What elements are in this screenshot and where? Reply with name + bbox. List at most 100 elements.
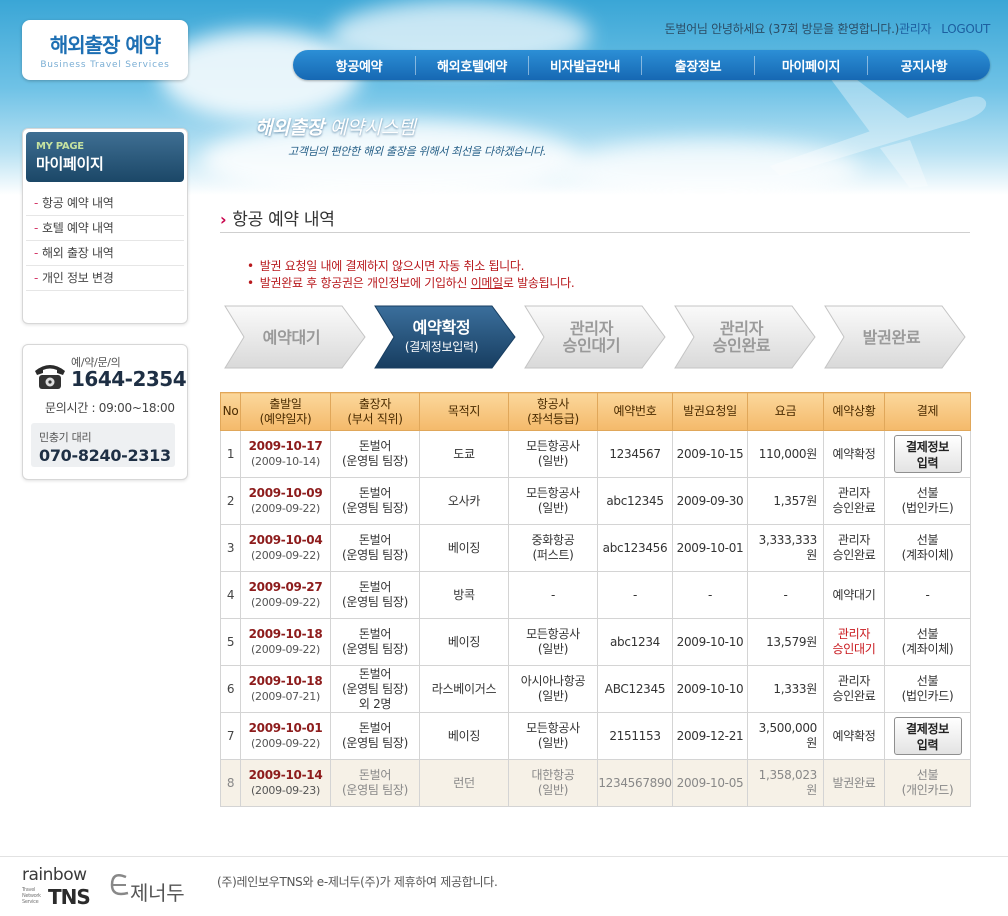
cell-destination: 베이징 (419, 618, 509, 666)
table-row[interactable]: 7 2009-10-01 (2009-09-22) 돈벌어 (운영팀 팀장) 베이징 모든항… (220, 712, 971, 760)
sidebar-item-label: 해외 출장 내역 (42, 246, 114, 260)
footer: rainbow Travel Network Service TNS 제너두 (… (0, 856, 1008, 916)
cell-ticket-request-date: 2009-10-01 (672, 524, 748, 572)
notice-item: • 발권 요청일 내에 결제하지 않으시면 자동 취소 됩니다. (247, 258, 574, 275)
nav-item-flight[interactable]: 항공예약 (303, 55, 416, 75)
site-logo[interactable]: 해외출장 예약 Business Travel Services (22, 20, 188, 80)
table-row[interactable]: 8 2009-10-14 (2009-09-23) 돈벌어 (운영팀 팀장) 런던 대한항공… (220, 759, 971, 807)
payment-line: 선불 (916, 533, 939, 547)
payment-button-label: 결제정보 (906, 440, 949, 454)
nav-item-travel-info[interactable]: 출장정보 (642, 55, 755, 75)
table-row[interactable]: 2 2009-10-09 (2009-09-22) 돈벌어 (운영팀 팀장) 오사카 모든항… (220, 477, 971, 525)
generdu-logo: 제너두 (108, 867, 208, 907)
status-line: 관리자 (837, 533, 871, 547)
payment-line: (법인카드) (901, 501, 954, 515)
cell-payment: 선불 (개인카드) (884, 759, 971, 807)
payment-button-label: 입력 (916, 456, 939, 470)
table-row[interactable]: 1 2009-10-17 (2009-10-14) 돈벌어 (운영팀 팀장) 도쿄 모든항공… (220, 430, 971, 478)
cell-reservation-no: - (597, 571, 673, 619)
sidebar-item-trip-history[interactable]: - 해외 출장 내역 (26, 241, 184, 266)
cell-payment: 선불 (계좌이체) (884, 524, 971, 572)
sidebar-header: MY PAGE 마이페이지 (26, 132, 184, 182)
logout-link[interactable]: LOGOUT (941, 22, 990, 36)
step-line1: 예약확정 (412, 317, 471, 337)
table-row[interactable]: 3 2009-10-04 (2009-09-22) 돈벌어 (운영팀 팀장) 베이징 중화항… (220, 524, 971, 572)
cell-traveler: 돈벌어 (운영팀 팀장) (330, 524, 420, 572)
bullet: • (247, 276, 254, 290)
step-line1: 관리자 (719, 319, 764, 338)
nav-item-visa[interactable]: 비자발급안내 (529, 55, 642, 75)
airline-line: (일반) (537, 454, 569, 468)
payment-info-button[interactable]: 결제정보 입력 (893, 717, 962, 755)
cell-status: 관리자 승인완료 (823, 665, 885, 713)
nav-item-notice[interactable]: 공지사항 (868, 56, 980, 75)
payment-line: 선불 (916, 768, 939, 782)
agent-name: 민충기 대리 (39, 431, 92, 444)
column-header: 발권요청일 (672, 392, 748, 431)
airline-line: 모든항공사 (526, 486, 580, 500)
table-row[interactable]: 4 2009-09-27 (2009-09-22) 돈벌어 (운영팀 팀장) 방콕 - - - -… (220, 571, 971, 619)
slogan: 해외출장 예약시스템 고객님의 편안한 해외 출장을 위해서 최선을 다하겠습니… (255, 113, 546, 159)
reservation-date: (2009-10-14) (251, 455, 320, 468)
cell-ticket-request-date: 2009-10-15 (672, 430, 748, 478)
departure-date: 2009-10-01 (248, 721, 323, 735)
cell-no: 5 (220, 618, 241, 666)
sidebar-item-hotel-history[interactable]: - 호텔 예약 내역 (26, 216, 184, 241)
table-row[interactable]: 5 2009-10-18 (2009-09-22) 돈벌어 (운영팀 팀장) 베이징 모든항… (220, 618, 971, 666)
step-confirmed: 예약확정 (결제정보입력) (374, 305, 516, 369)
reservation-date: (2009-07-21) (251, 690, 320, 703)
cell-fee: 13,579원 (747, 618, 824, 666)
nav-item-hotel[interactable]: 해외호텔예약 (416, 55, 529, 75)
status-line: 관리자 (837, 674, 871, 688)
step-line2: 승인완료 (712, 336, 771, 355)
cell-reservation-no: abc1234 (597, 618, 673, 666)
departure-date: 2009-09-27 (248, 580, 323, 594)
bullet: • (247, 259, 254, 273)
tns-text: TNS (48, 885, 91, 909)
payment-info-button[interactable]: 결제정보입력 (893, 435, 962, 473)
payment-line: 선불 (916, 627, 939, 641)
cell-reservation-no: 1234567890 (597, 759, 673, 807)
nav-item-mypage[interactable]: 마이페이지 (755, 55, 868, 75)
cell-destination: 런던 (419, 759, 509, 807)
cell-departure: 2009-10-18 (2009-09-22) (240, 618, 331, 666)
column-header: 예약번호 (597, 392, 673, 431)
departure-date: 2009-10-18 (248, 674, 323, 688)
cell-ticket-request-date: 2009-09-30 (672, 477, 748, 525)
notice-item: • 발권완료 후 항공권은 개인정보에 기입하신 이메일로 발송됩니다. (247, 275, 575, 292)
slogan-title: 해외출장 예약시스템 (255, 113, 546, 140)
cell-fee: 3,333,333원 (747, 524, 824, 572)
cell-fee: 3,500,000원 (747, 712, 824, 760)
step-admin-pending: 관리자 승인대기 (524, 305, 666, 369)
cell-payment: 선불 (법인카드) (884, 665, 971, 713)
sidebar-item-profile[interactable]: - 개인 정보 변경 (26, 266, 184, 291)
contact-box: 예/약/문/의 1644-2354 문의시간 : 09:00~18:00 민충기… (22, 344, 188, 480)
cell-traveler: 돈벌어 (운영팀 팀장) (330, 618, 420, 666)
cell-traveler: 돈벌어 (운영팀 팀장) (330, 712, 420, 760)
cell-departure: 2009-10-01 (2009-09-22) (240, 712, 331, 760)
column-header-label: 발권요청일 (683, 404, 737, 418)
sidebar-item-flight-history[interactable]: - 항공 예약 내역 (26, 191, 184, 216)
departure-date: 2009-10-09 (248, 486, 323, 500)
cell-no: 3 (220, 524, 241, 572)
cell-ticket-request-date: 2009-10-10 (672, 665, 748, 713)
traveler-line: (운영팀 팀장) (342, 783, 408, 797)
cell-destination: 도쿄 (419, 430, 509, 478)
email-link[interactable]: 이메일 (471, 276, 504, 290)
cell-traveler: 돈벌어 (운영팀 팀장) (330, 571, 420, 619)
cell-traveler: 돈벌어 (운영팀 팀장) (330, 430, 420, 478)
admin-link[interactable]: 관리자 (899, 22, 932, 36)
cell-no: 4 (220, 571, 241, 619)
cell-airline: 모든항공사 (일반) (508, 477, 598, 525)
table-row[interactable]: 6 2009-10-18 (2009-07-21) 돈벌어 (운영팀 팀장) 외 2명 라스… (220, 665, 971, 713)
airline-line: (일반) (537, 689, 569, 703)
column-header: 출발일 (예약일자) (240, 392, 331, 431)
slogan-title-rest: 예약시스템 (323, 117, 416, 139)
rainbow-text: rainbow (22, 865, 87, 885)
column-header-label: 목적지 (447, 404, 481, 418)
cell-ticket-request-date: - (672, 571, 748, 619)
logo-title: 해외출장 예약 (49, 33, 161, 57)
payment-line: (법인카드) (901, 689, 954, 703)
departure-date: 2009-10-14 (248, 768, 323, 782)
cell-ticket-request-date: 2009-10-10 (672, 618, 748, 666)
